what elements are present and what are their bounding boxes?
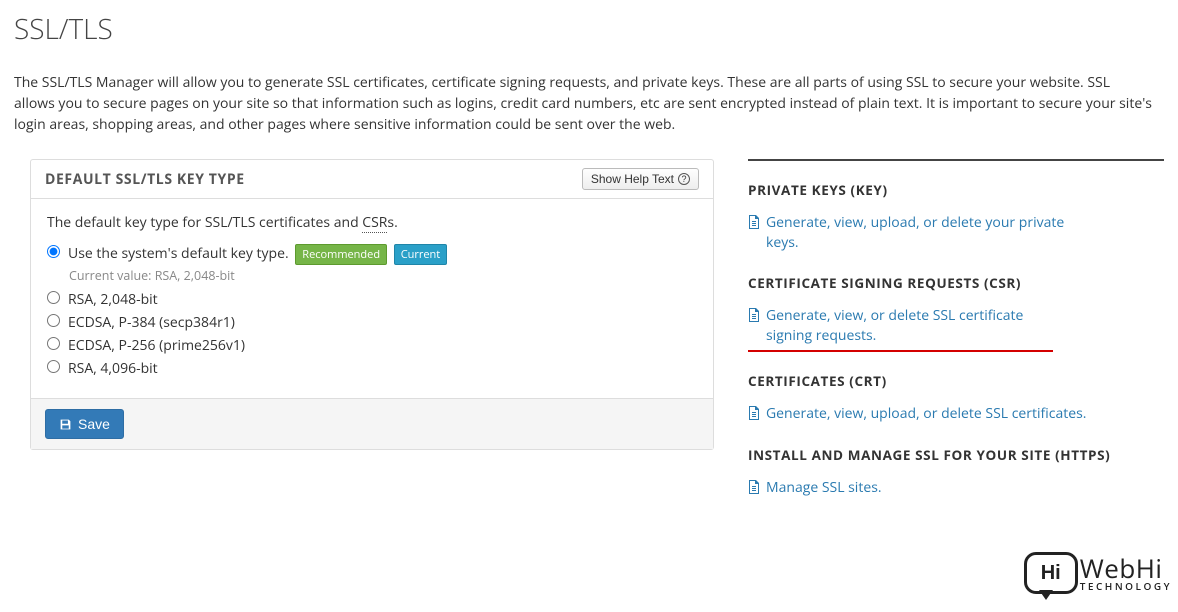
private-keys-link[interactable]: Generate, view, upload, or delete your p… [748, 213, 1088, 254]
section-certificates: CERTIFICATES (CRT) Generate, view, uploa… [748, 372, 1164, 426]
manage-ssl-link[interactable]: Manage SSL sites. [748, 478, 882, 500]
section-install-ssl: INSTALL AND MANAGE SSL FOR YOUR SITE (HT… [748, 446, 1164, 500]
key-option-label[interactable]: ECDSA, P-384 (secp384r1) [68, 313, 235, 332]
link-text: Generate, view, or delete SSL certificat… [766, 306, 1053, 347]
key-option-currentvalue: Current value: RSA, 2,048-bit [69, 267, 697, 284]
webhi-logo: Hi WebHi TECHNOLOGY [1024, 552, 1172, 594]
file-icon [748, 406, 760, 426]
certificates-link[interactable]: Generate, view, upload, or delete SSL ce… [748, 404, 1086, 426]
link-text: Generate, view, upload, or delete your p… [766, 213, 1088, 254]
logo-text-big: WebHi [1080, 555, 1172, 581]
file-icon [748, 215, 760, 235]
default-key-type-panel: DEFAULT SSL/TLS KEY TYPE Show Help Text … [30, 159, 714, 450]
key-option: Use the system's default key type. Recom… [47, 242, 697, 265]
panel-title: DEFAULT SSL/TLS KEY TYPE [45, 170, 245, 189]
key-option-radio-ecdsa256[interactable] [47, 337, 60, 350]
section-title: CERTIFICATE SIGNING REQUESTS (CSR) [748, 274, 1164, 292]
section-csr: CERTIFICATE SIGNING REQUESTS (CSR) Gener… [748, 274, 1164, 353]
logo-text-small: TECHNOLOGY [1080, 581, 1172, 591]
show-help-button[interactable]: Show Help Text ? [582, 168, 699, 190]
csr-abbr: CSR [362, 213, 387, 233]
section-title: CERTIFICATES (CRT) [748, 372, 1164, 390]
panel-intro: The default key type for SSL/TLS certifi… [47, 213, 697, 232]
key-option: ECDSA, P-256 (prime256v1) [47, 334, 697, 355]
page-lead: The SSL/TLS Manager will allow you to ge… [14, 72, 1154, 135]
save-label: Save [78, 416, 110, 432]
link-text: Manage SSL sites. [766, 478, 882, 498]
save-icon [59, 418, 72, 431]
key-option: ECDSA, P-384 (secp384r1) [47, 311, 697, 332]
current-badge: Current [394, 244, 448, 265]
save-button[interactable]: Save [45, 409, 124, 439]
logo-bubble-icon: Hi [1024, 552, 1078, 594]
section-private-keys: PRIVATE KEYS (KEY) Generate, view, uploa… [748, 181, 1164, 254]
csr-link[interactable]: Generate, view, or delete SSL certificat… [748, 306, 1053, 347]
panel-intro-suffix: s. [387, 213, 397, 232]
section-title: INSTALL AND MANAGE SSL FOR YOUR SITE (HT… [748, 446, 1164, 464]
key-option-radio-rsa4096[interactable] [47, 360, 60, 373]
link-text: Generate, view, upload, or delete SSL ce… [766, 404, 1086, 424]
key-option: RSA, 2,048-bit [47, 288, 697, 309]
panel-intro-prefix: The default key type for SSL/TLS certifi… [47, 213, 362, 232]
key-option-label[interactable]: RSA, 4,096-bit [68, 359, 158, 378]
page-title: SSL/TLS [14, 10, 1164, 48]
key-option-radio-default[interactable] [47, 245, 60, 258]
key-option-label[interactable]: RSA, 2,048-bit [68, 290, 158, 309]
file-icon [748, 480, 760, 500]
key-option-label[interactable]: Use the system's default key type. [68, 244, 289, 263]
file-icon [748, 308, 760, 328]
key-option: RSA, 4,096-bit [47, 357, 697, 378]
recommended-badge: Recommended [295, 244, 387, 265]
section-title: PRIVATE KEYS (KEY) [748, 181, 1164, 199]
key-option-label[interactable]: ECDSA, P-256 (prime256v1) [68, 336, 245, 355]
key-option-radio-rsa2048[interactable] [47, 291, 60, 304]
help-icon: ? [678, 173, 690, 185]
show-help-label: Show Help Text [591, 172, 674, 186]
key-option-radio-ecdsa384[interactable] [47, 314, 60, 327]
